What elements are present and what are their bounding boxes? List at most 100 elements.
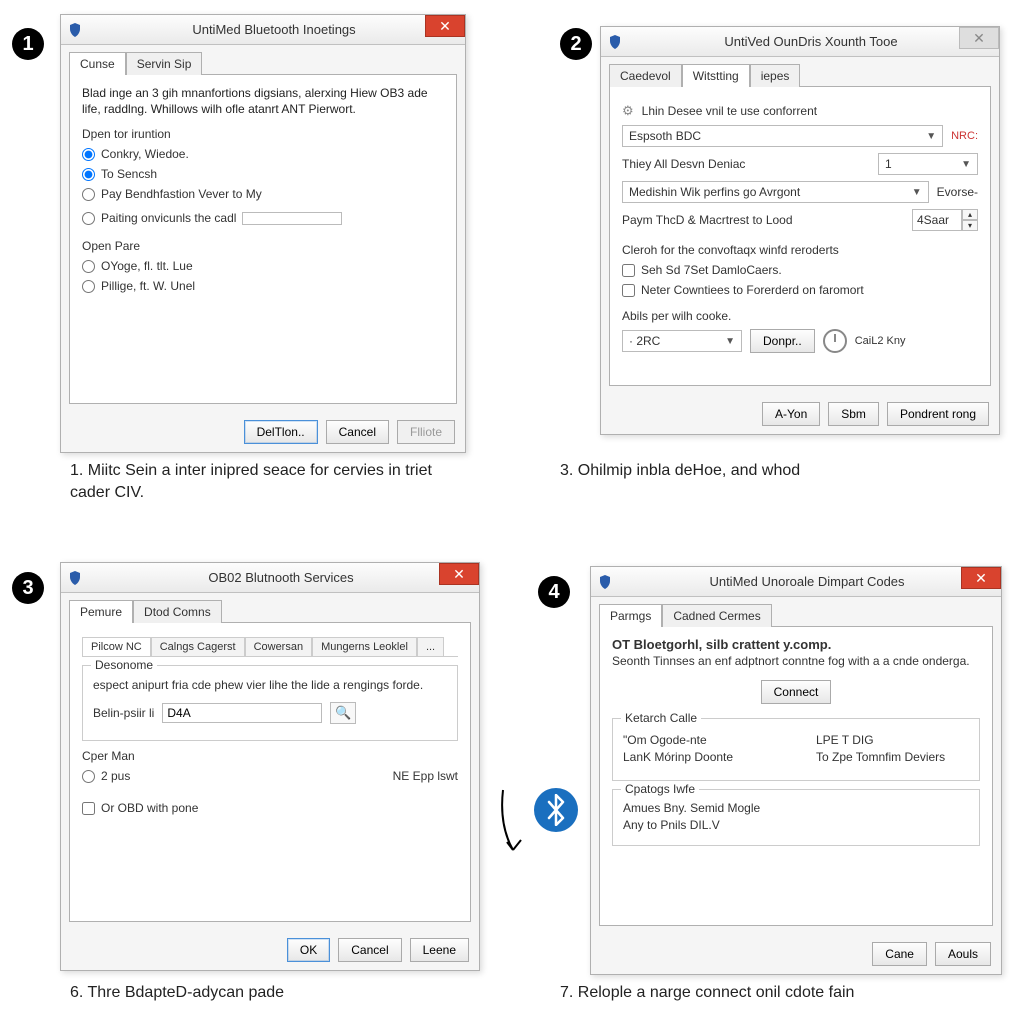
titlebar[interactable]: UntiMed Unoroale Dimpart Codes ✕ — [591, 567, 1001, 597]
check-obd[interactable] — [82, 802, 95, 815]
tab-bar: Cunse Servin Sip — [61, 45, 465, 74]
tab-panel: OT Bloetgorhl, silb crattent y.comp. Seo… — [599, 626, 993, 926]
caption-2: 3. Ohilmip inbla deHoe, and whod — [560, 460, 960, 482]
gear-icon: ⚙ — [622, 103, 634, 119]
tab-caedevol[interactable]: Caedevol — [609, 64, 682, 87]
intro-text: Blad inge an 3 gih mnanfortions digsians… — [82, 85, 444, 117]
spinner-value: 4Saar — [912, 209, 962, 231]
dropdown-2rc[interactable]: · 2RC▼ — [622, 330, 742, 352]
tab-dtod[interactable]: Dtod Comns — [133, 600, 222, 623]
section-open-pare: Open Pare — [82, 239, 444, 253]
chevron-down-icon: ▼ — [926, 131, 936, 142]
sbm-button[interactable]: Sbm — [828, 402, 879, 426]
donpr-button[interactable]: Donpr.. — [750, 329, 815, 353]
step-badge-2: 2 — [560, 28, 592, 60]
tab-panel: ⚙ Lhin Desee vnil te use conforrent Espso… — [609, 86, 991, 386]
cancel-button[interactable]: Cancel — [326, 420, 389, 444]
radio-conkry[interactable] — [82, 148, 95, 161]
close-button[interactable]: ✕ — [961, 567, 1001, 589]
tab-parmgs[interactable]: Parmgs — [599, 604, 662, 627]
check-label: Or OBD with pone — [101, 801, 198, 815]
spinner-lood[interactable]: 4Saar ▴▾ — [912, 209, 978, 231]
tab-pemure[interactable]: Pemure — [69, 600, 133, 623]
subtab-cowersan[interactable]: Cowersan — [245, 637, 313, 656]
check-seh[interactable] — [622, 264, 635, 277]
radio-pillige[interactable] — [82, 280, 95, 293]
search-icon-button[interactable]: 🔍 — [330, 702, 356, 724]
subtab-more[interactable]: ... — [417, 637, 444, 656]
step-badge-3: 3 — [12, 572, 44, 604]
radio-oyoge[interactable] — [82, 260, 95, 273]
ok-button[interactable]: OK — [287, 938, 330, 962]
radio-label: Pillige, ft. W. Unel — [101, 279, 195, 293]
radio-label: Conkry, Wiedoe. — [101, 147, 189, 161]
tab-cadned[interactable]: Cadned Cermes — [662, 604, 771, 627]
dialog-buttons: DelTlon.. Cancel Flliote — [61, 412, 465, 452]
subtab-mungerns[interactable]: Mungerns Leoklel — [312, 637, 417, 656]
check-neter[interactable] — [622, 284, 635, 297]
row-label: Paym ThcD & Macrtrest to Lood — [622, 213, 793, 227]
spin-down-icon[interactable]: ▾ — [962, 220, 978, 231]
arrow-icon — [493, 780, 541, 870]
close-button[interactable]: ✕ — [439, 563, 479, 585]
side-label-nrc: NRC: — [951, 130, 978, 142]
dialog-bluetooth-settings: UntiMed Bluetooth Inoetings ✕ Cunse Serv… — [60, 14, 466, 453]
pondrent-button[interactable]: Pondrent rong — [887, 402, 989, 426]
close-button[interactable]: ✕ — [425, 15, 465, 37]
radio-paiting[interactable] — [82, 212, 95, 225]
shield-icon — [597, 574, 613, 590]
radio-label: To Sencsh — [101, 167, 157, 181]
close-button[interactable]: ✕ — [959, 27, 999, 49]
caption-4: 7. Relople a narge connect onil cdote fa… — [560, 982, 980, 1004]
spin-up-icon[interactable]: ▴ — [962, 209, 978, 220]
group-desonome: Desonome espect anipurt fria cde phew vi… — [82, 665, 458, 741]
deltlon-button[interactable]: DelTlon.. — [244, 420, 318, 444]
top-label: Lhin Desee vnil te use conforrent — [642, 104, 817, 118]
subtab-pilcow[interactable]: Pilcow NC — [82, 637, 151, 656]
group-title: Desonome — [91, 658, 157, 672]
tab-witstting[interactable]: Witstting — [682, 64, 750, 87]
caption-1: 1. Miitc Sein a inter inipred seace for … — [70, 460, 450, 505]
connect-button[interactable]: Connect — [761, 680, 832, 704]
dropdown-medishin[interactable]: Medishin Wik perfins go Avrgont▼ — [622, 181, 929, 203]
radio-to-sencsh[interactable] — [82, 168, 95, 181]
titlebar[interactable]: UntiMed Bluetooth Inoetings ✕ — [61, 15, 465, 45]
leene-button[interactable]: Leene — [410, 938, 469, 962]
tab-iepes[interactable]: iepes — [750, 64, 801, 87]
tab-cunse[interactable]: Cunse — [69, 52, 126, 75]
list-item: "Om Ogode-nte — [623, 733, 776, 747]
dialog-buttons: A-Yon Sbm Pondrent rong — [601, 394, 999, 434]
dialog-dimpart-codes: UntiMed Unoroale Dimpart Codes ✕ Parmgs … — [590, 566, 1002, 975]
titlebar[interactable]: UntiVed OunDris Xounth Tooe ✕ — [601, 27, 999, 57]
chevron-down-icon: ▼ — [961, 159, 971, 170]
dropdown-deniac[interactable]: 1▼ — [878, 153, 978, 175]
cail-label: CaiL2 Kny — [855, 335, 906, 347]
group-text: espect anipurt fria cde phew vier lihe t… — [93, 678, 447, 692]
list-item: LPE T DIG — [816, 733, 969, 747]
section-checks: Cleroh for the convoftaqx winfd rerodert… — [622, 243, 978, 257]
paiting-input[interactable] — [242, 212, 342, 225]
subtab-calngs[interactable]: Calngs Cagerst — [151, 637, 245, 656]
dialog-buttons: OK Cancel Leene — [61, 930, 479, 970]
dialog-title: OB02 Blutnooth Services — [89, 570, 473, 585]
tab-panel: Blad inge an 3 gih mnanfortions digsians… — [69, 74, 457, 404]
chevron-down-icon: ▼ — [725, 336, 735, 347]
ayon-button[interactable]: A-Yon — [762, 402, 820, 426]
radio-2pus[interactable] — [82, 770, 95, 783]
right-text: NE Epp lswt — [393, 769, 458, 783]
titlebar[interactable]: OB02 Blutnooth Services ✕ — [61, 563, 479, 593]
pair-input[interactable] — [162, 703, 322, 723]
aouls-button[interactable]: Aouls — [935, 942, 991, 966]
radio-label: Pay Bendhfastion Vever to My — [101, 187, 262, 201]
cane-button[interactable]: Cane — [872, 942, 927, 966]
radio-pay-bend[interactable] — [82, 188, 95, 201]
tab-servin[interactable]: Servin Sip — [126, 52, 203, 75]
dropdown-espsoth[interactable]: Espsoth BDC ▼ — [622, 125, 943, 147]
flliote-button[interactable]: Flliote — [397, 420, 455, 444]
cancel-button[interactable]: Cancel — [338, 938, 401, 962]
dropdown-value: Medishin Wik perfins go Avrgont — [629, 185, 800, 199]
shield-icon — [67, 570, 83, 586]
shield-icon — [607, 34, 623, 50]
section-abils: Abils per wilh cooke. — [622, 309, 978, 323]
dropdown-value: Espsoth BDC — [629, 129, 701, 143]
